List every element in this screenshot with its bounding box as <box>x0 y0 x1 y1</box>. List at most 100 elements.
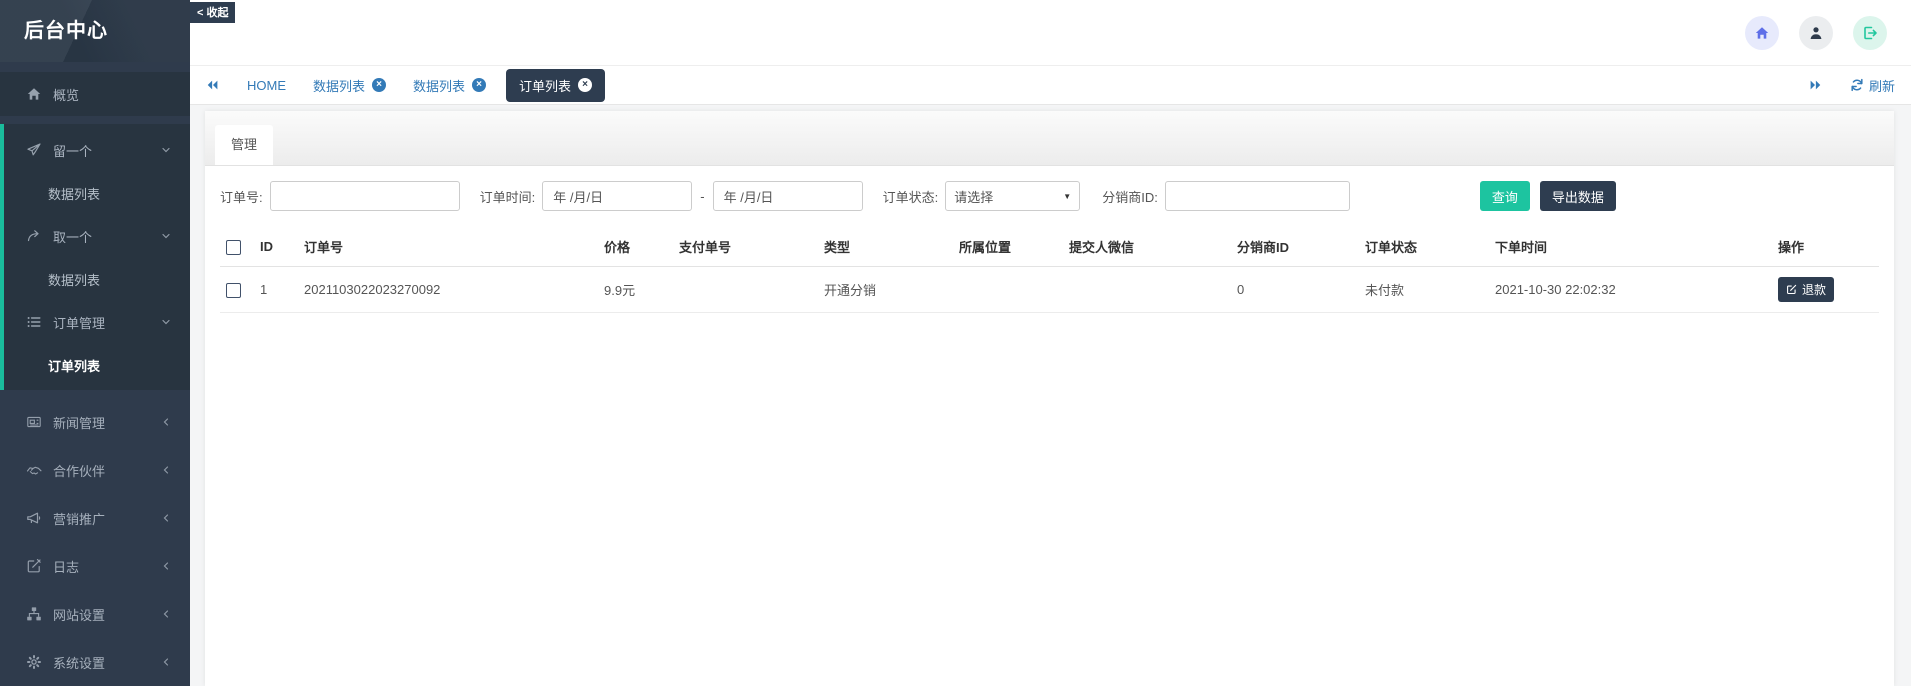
sidebar-item-label: 系统设置 <box>53 653 105 672</box>
order-status-label: 订单状态: <box>883 187 939 206</box>
refresh-button[interactable]: 刷新 <box>1850 76 1895 95</box>
main-area: < 收起 HOME <box>190 0 1911 686</box>
sidebar-item-marketing[interactable]: 营销推广 <box>0 494 190 542</box>
sidebar-item-label: 数据列表 <box>48 184 100 203</box>
edit-icon <box>1786 284 1797 295</box>
share-icon <box>26 228 42 244</box>
close-icon[interactable]: × <box>372 78 386 92</box>
collapse-sidebar-button[interactable]: < 收起 <box>190 2 235 23</box>
app-title: 后台中心 <box>0 0 190 62</box>
sidebar-item-logs[interactable]: 日志 <box>0 542 190 590</box>
tab-home[interactable]: HOME <box>247 78 286 93</box>
col-position: 所属位置 <box>953 227 1063 267</box>
orders-table: ID 订单号 价格 支付单号 类型 所属位置 提交人微信 分销商ID 订单状态 … <box>220 227 1879 313</box>
sidebar-item-partners[interactable]: 合作伙伴 <box>0 446 190 494</box>
chevron-down-icon <box>160 316 172 328</box>
sidebar-item-label: 网站设置 <box>53 605 105 624</box>
sidebar-item-qu-yi-ge[interactable]: 取一个 <box>4 214 190 258</box>
sidebar-item-news[interactable]: 新闻管理 <box>0 398 190 446</box>
topbar <box>190 0 1911 66</box>
refresh-icon <box>1850 78 1864 92</box>
refund-label: 退款 <box>1802 281 1826 298</box>
chevron-left-icon <box>160 608 172 620</box>
user-icon <box>1808 25 1824 41</box>
sidebar-item-data-list-1[interactable]: 数据列表 <box>4 172 190 214</box>
col-time: 下单时间 <box>1489 227 1772 267</box>
col-actions: 操作 <box>1772 227 1879 267</box>
row-checkbox[interactable] <box>226 283 241 298</box>
sidebar-item-order-management[interactable]: 订单管理 <box>4 300 190 344</box>
sidebar: 后台中心 概览 留一个 数据列表 <box>0 0 190 686</box>
cell-type: 开通分销 <box>818 267 953 313</box>
distributor-id-label: 分销商ID: <box>1102 187 1158 206</box>
chevron-down-icon <box>160 144 172 156</box>
select-all-checkbox[interactable] <box>226 240 241 255</box>
order-no-input[interactable] <box>270 181 460 211</box>
col-wechat: 提交人微信 <box>1063 227 1231 267</box>
sidebar-item-label: 订单管理 <box>53 313 105 332</box>
tab-manage[interactable]: 管理 <box>215 125 273 165</box>
cell-price: 9.9元 <box>598 267 673 313</box>
user-button[interactable] <box>1799 16 1833 50</box>
panel-header: 管理 <box>205 111 1894 166</box>
app-window: 后台中心 概览 留一个 数据列表 <box>0 0 1911 686</box>
sidebar-item-order-list[interactable]: 订单列表 <box>4 344 190 386</box>
order-status-select[interactable]: 请选择 ▼ <box>945 181 1080 211</box>
tabbar-right: 刷新 <box>1808 76 1895 95</box>
caret-down-icon: ▼ <box>1063 192 1071 201</box>
filter-bar: 订单号: 订单时间: 年 /月/日 - 年 /月/日 订单状态: 请选择 <box>220 181 1879 211</box>
sidebar-item-overview[interactable]: 概览 <box>0 72 190 116</box>
home-icon <box>26 86 42 102</box>
search-button[interactable]: 查询 <box>1480 181 1530 211</box>
sidebar-item-label: 合作伙伴 <box>53 461 105 480</box>
tab-data-list-2[interactable]: 数据列表 × <box>413 76 486 95</box>
sidebar-item-site-settings[interactable]: 网站设置 <box>0 590 190 638</box>
order-date-end-input[interactable]: 年 /月/日 <box>713 181 863 211</box>
close-icon[interactable]: × <box>578 78 592 92</box>
close-icon[interactable]: × <box>472 78 486 92</box>
sidebar-item-label: 概览 <box>53 85 79 104</box>
sitemap-icon <box>26 606 42 622</box>
tab-label: 数据列表 <box>313 76 365 95</box>
list-icon <box>26 314 42 330</box>
angle-double-left-icon[interactable] <box>206 78 220 92</box>
home-icon <box>1754 25 1770 41</box>
cell-pay-no <box>673 267 818 313</box>
refund-button[interactable]: 退款 <box>1778 277 1834 302</box>
cell-id: 1 <box>254 267 298 313</box>
sidebar-item-label: 日志 <box>53 557 79 576</box>
content-area: 管理 订单号: 订单时间: 年 /月/日 - 年 /月/日 <box>190 105 1911 686</box>
panel: 管理 订单号: 订单时间: 年 /月/日 - 年 /月/日 <box>205 111 1894 686</box>
col-status: 订单状态 <box>1359 227 1489 267</box>
sidebar-item-data-list-2[interactable]: 数据列表 <box>4 258 190 300</box>
logout-icon <box>1862 25 1878 41</box>
logout-button[interactable] <box>1853 16 1887 50</box>
order-no-label: 订单号: <box>220 187 263 206</box>
col-order-no: 订单号 <box>298 227 598 267</box>
col-price: 价格 <box>598 227 673 267</box>
order-date-start-input[interactable]: 年 /月/日 <box>542 181 692 211</box>
order-time-label: 订单时间: <box>480 187 536 206</box>
distributor-id-input[interactable] <box>1165 181 1350 211</box>
select-value: 请选择 <box>954 187 993 206</box>
tab-order-list[interactable]: 订单列表 × <box>506 69 605 102</box>
date-placeholder: 年 /月/日 <box>553 187 603 206</box>
tab-label: HOME <box>247 78 286 93</box>
sidebar-item-label: 留一个 <box>53 141 92 160</box>
export-data-button[interactable]: 导出数据 <box>1540 181 1616 211</box>
tab-label: 数据列表 <box>413 76 465 95</box>
chevron-down-icon <box>160 230 172 242</box>
sidebar-item-label: 新闻管理 <box>53 413 105 432</box>
sidebar-item-system-settings[interactable]: 系统设置 <box>0 638 190 686</box>
edit-icon <box>26 558 42 574</box>
col-type: 类型 <box>818 227 953 267</box>
sidebar-expanded-group: 留一个 数据列表 取一个 数据列表 <box>0 124 190 390</box>
paper-plane-icon <box>26 142 42 158</box>
angle-double-right-icon[interactable] <box>1808 78 1822 92</box>
col-distributor-id: 分销商ID <box>1231 227 1359 267</box>
sidebar-item-liu-yi-ge[interactable]: 留一个 <box>4 128 190 172</box>
home-button[interactable] <box>1745 16 1779 50</box>
tab-data-list-1[interactable]: 数据列表 × <box>313 76 386 95</box>
table-header-row: ID 订单号 价格 支付单号 类型 所属位置 提交人微信 分销商ID 订单状态 … <box>220 227 1879 267</box>
col-pay-no: 支付单号 <box>673 227 818 267</box>
